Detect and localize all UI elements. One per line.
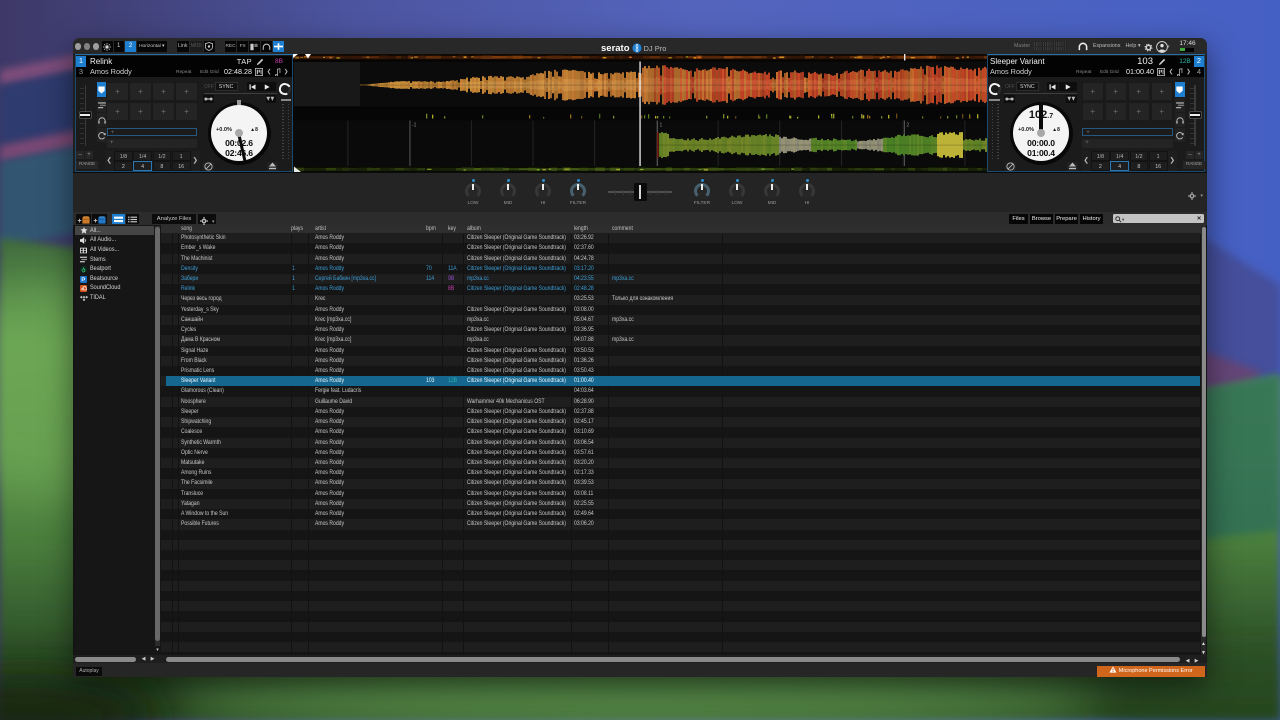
- svg-text:-1: -1: [412, 123, 417, 129]
- svg-text:1: 1: [660, 123, 663, 129]
- svg-text:2: 2: [907, 123, 910, 129]
